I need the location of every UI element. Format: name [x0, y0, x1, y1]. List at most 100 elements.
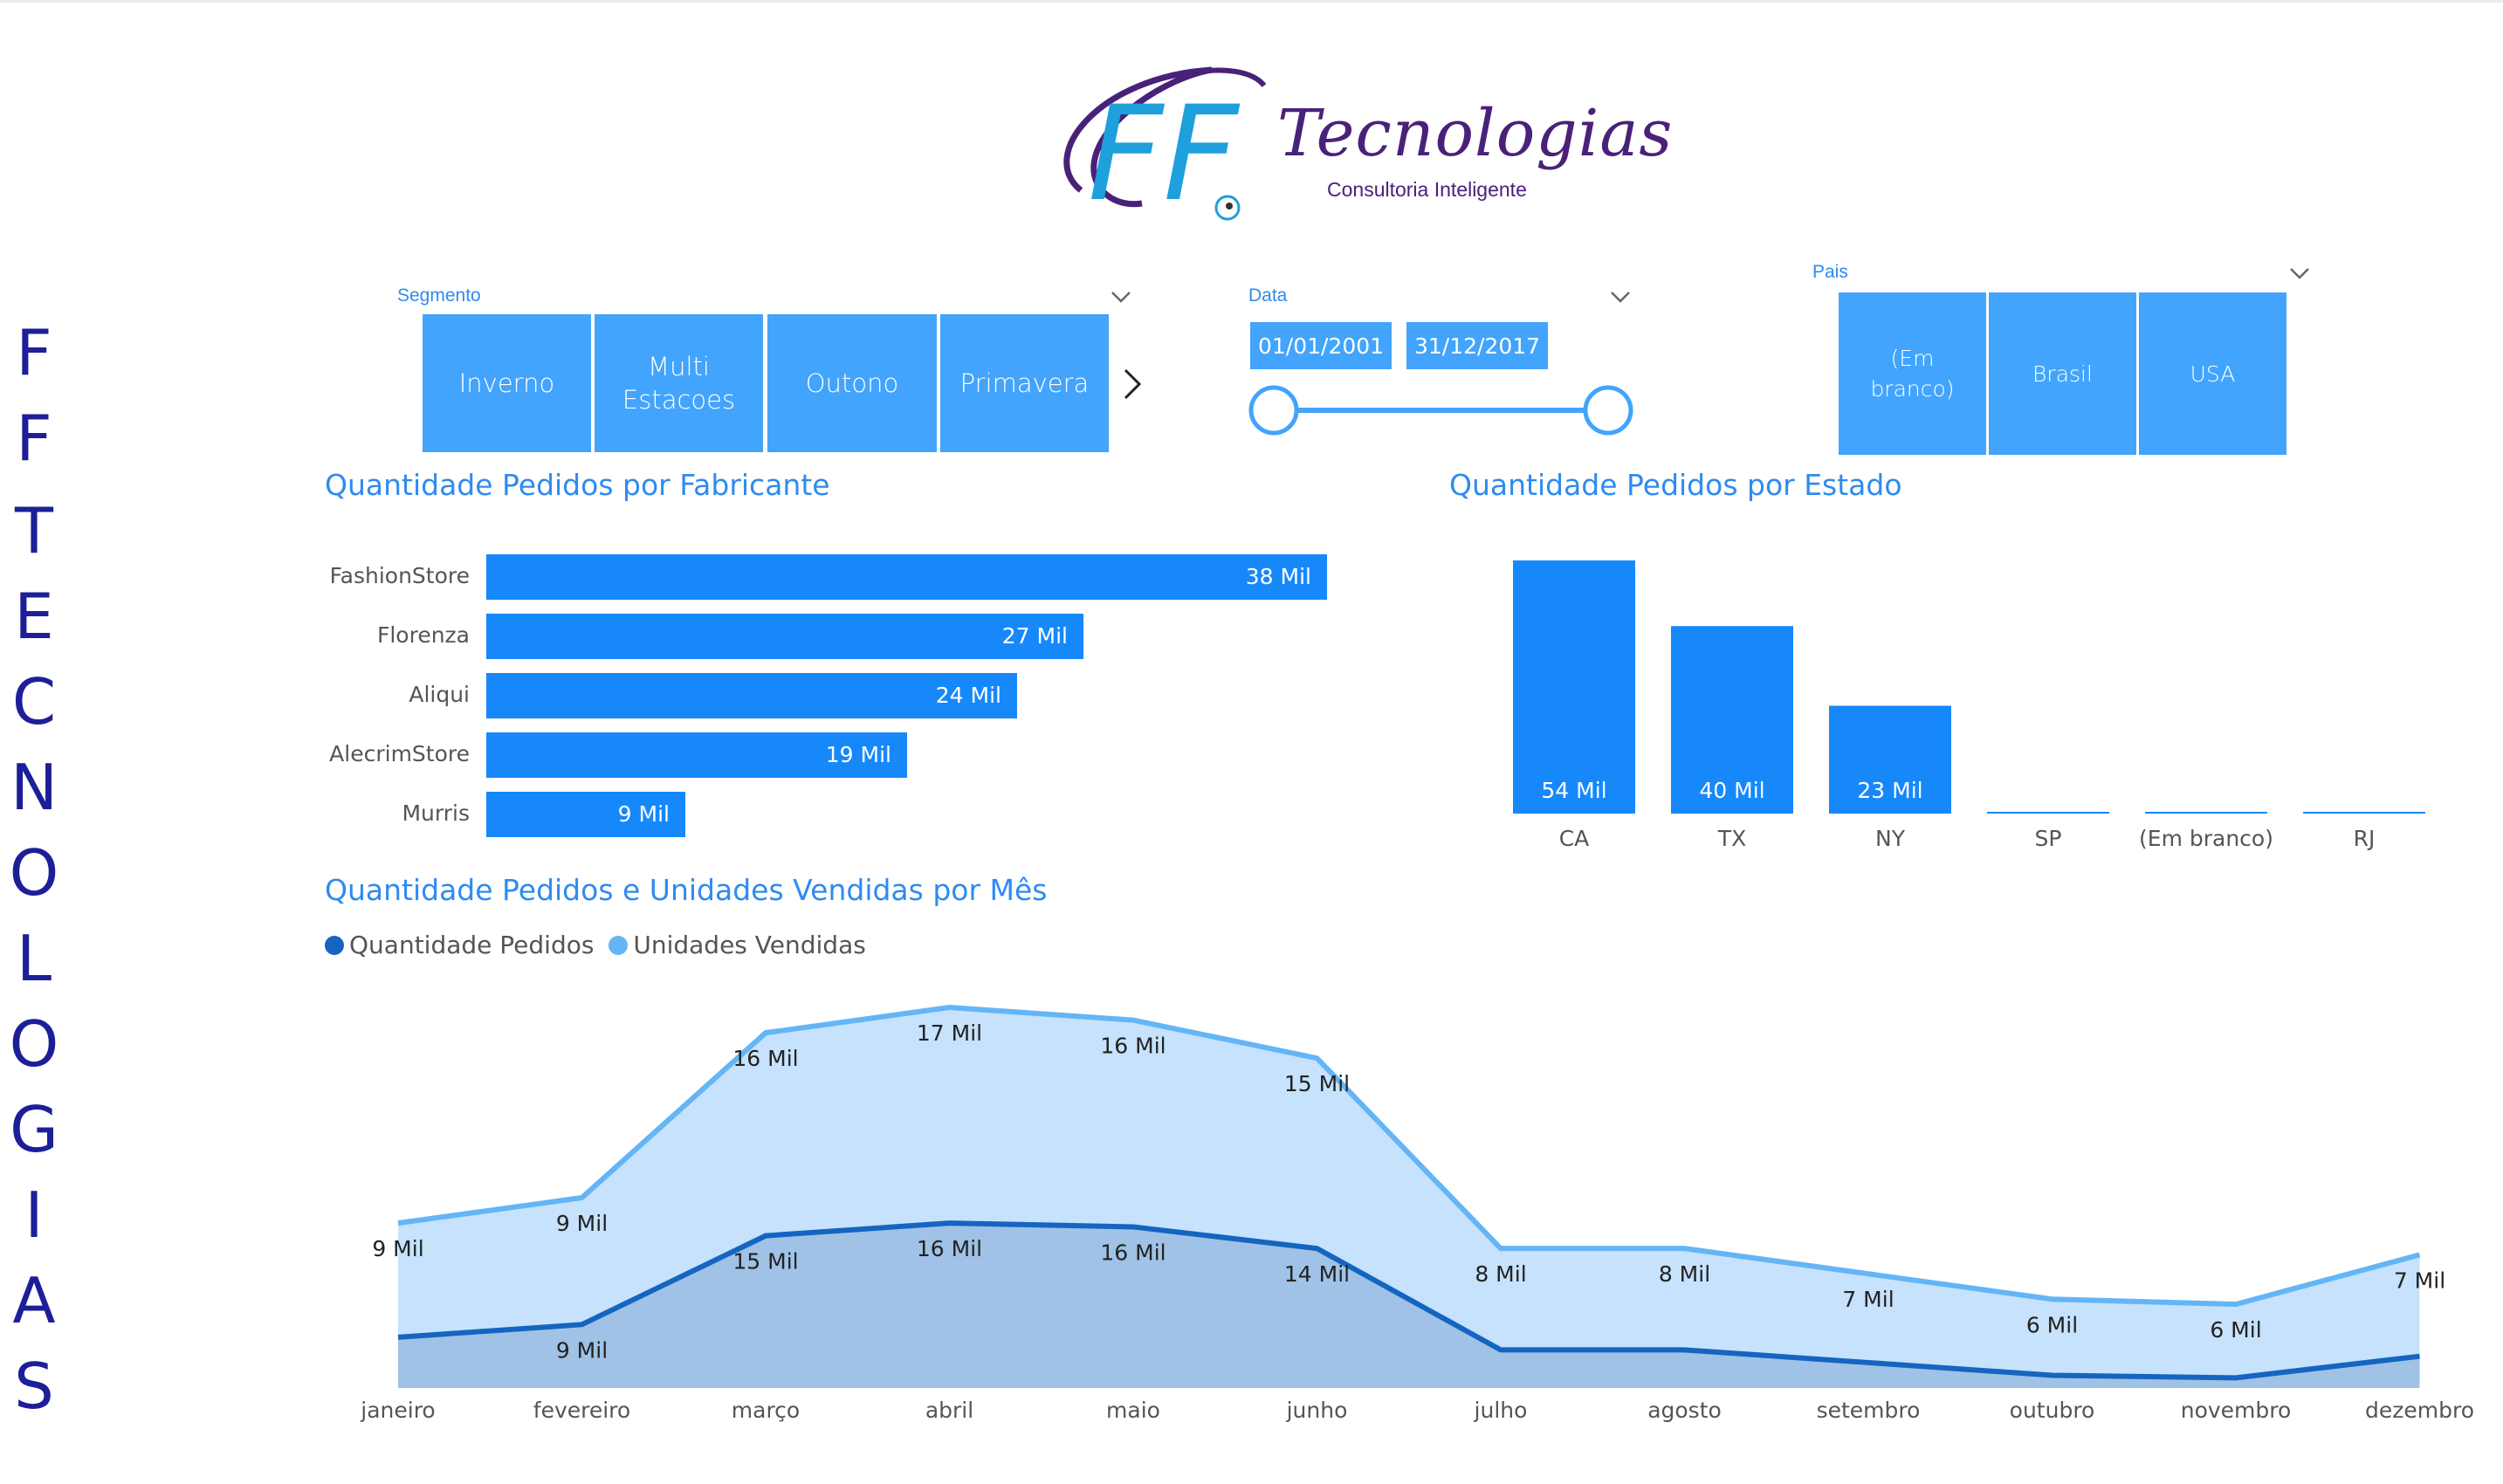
data-label-pedidos: 16 Mil — [917, 1236, 982, 1261]
bar-data-label: 38 Mil — [1245, 564, 1311, 589]
pais-slicer-label: Pais — [1812, 262, 1848, 282]
data-label-pedidos: 9 Mil — [556, 1337, 608, 1363]
chevron-right-icon[interactable] — [1120, 367, 1146, 402]
company-logo: FF Tecnologias Consultoria Inteligente — [1046, 59, 1672, 234]
logo-title: Tecnologias — [1277, 96, 1674, 171]
bar-data-label: 23 Mil — [1857, 778, 1922, 803]
x-tick-label: setembro — [1817, 1398, 1921, 1423]
vertical-letter: N — [10, 751, 58, 824]
logo-subtitle: Consultoria Inteligente — [1327, 178, 1527, 201]
x-tick-label: novembro — [2181, 1398, 2292, 1423]
x-tick-label: março — [732, 1398, 800, 1423]
pais-chevron-down-icon[interactable] — [2287, 265, 2312, 282]
bar-data-label: 19 Mil — [825, 742, 891, 767]
data-label-unidades: 6 Mil — [2026, 1312, 2078, 1337]
bar-category-label: FashionStore — [329, 563, 470, 588]
vertical-letter: O — [9, 1007, 59, 1081]
vertical-letter: G — [10, 1093, 58, 1166]
bar-fabricante[interactable]: 19 Mil — [486, 732, 907, 778]
x-tick-label: julho — [1474, 1398, 1528, 1423]
vertical-letter: O — [9, 836, 59, 910]
bar-category-label: NY — [1875, 826, 1906, 851]
bar-category-label: TX — [1717, 826, 1746, 851]
data-label-unidades: 8 Mil — [1659, 1261, 1710, 1287]
legend-label-unidades: Unidades Vendidas — [633, 931, 866, 959]
data-label-unidades: 8 Mil — [1475, 1261, 1526, 1287]
bar-category-label: SP — [2035, 826, 2062, 851]
pais-tile-usa[interactable]: USA — [2139, 292, 2286, 455]
bar-data-label: 24 Mil — [935, 683, 1001, 708]
data-label-pedidos: 16 Mil — [1100, 1240, 1166, 1265]
vertical-letter — [7, 481, 61, 488]
vertical-letter: L — [16, 922, 52, 995]
pais-tile-em-branco[interactable]: (Em branco) — [1839, 292, 1986, 455]
x-tick-label: fevereiro — [533, 1398, 630, 1423]
date-end-input[interactable]: 31/12/2017 — [1406, 322, 1548, 369]
bar-data-label: 40 Mil — [1699, 778, 1764, 803]
chart-estado-title: Quantidade Pedidos por Estado — [1449, 468, 1902, 502]
bar-category-label: RJ — [2354, 826, 2376, 851]
chart-mes-legend: Quantidade Pedidos Unidades Vendidas — [325, 931, 866, 959]
data-label-pedidos: 15 Mil — [732, 1249, 798, 1274]
segmento-tile-inverno[interactable]: Inverno — [423, 314, 591, 452]
bar-category-label: AlecrimStore — [329, 741, 470, 766]
slider-handle-end[interactable] — [1583, 385, 1633, 436]
vertical-letter: C — [11, 665, 57, 739]
data-label-unidades: 7 Mil — [2394, 1268, 2445, 1293]
data-label-unidades: 7 Mil — [1842, 1287, 1894, 1312]
vertical-letter: A — [12, 1264, 56, 1337]
data-label-unidades: 16 Mil — [732, 1046, 798, 1071]
chart-estado: 54 Mil CA 40 Mil TX 23 Mil NY SP (Em branco) RJ — [1513, 560, 2425, 851]
vertical-letter: S — [14, 1350, 54, 1423]
bar-data-label: 54 Mil — [1541, 778, 1606, 803]
date-start-input[interactable]: 01/01/2001 — [1250, 322, 1392, 369]
x-tick-label: agosto — [1647, 1398, 1722, 1423]
data-label-unidades: 9 Mil — [556, 1211, 608, 1236]
pais-tile-brasil[interactable]: Brasil — [1989, 292, 2136, 455]
data-slicer-label: Data — [1248, 285, 1288, 306]
bar-category-label: Florenza — [376, 622, 470, 648]
vertical-letter: F — [16, 316, 52, 389]
bar-estado[interactable] — [1513, 560, 1635, 814]
bar-fabricante[interactable]: 24 Mil — [486, 673, 1017, 718]
vertical-letter: F — [16, 402, 52, 475]
legend-label-pedidos: Quantidade Pedidos — [349, 931, 595, 959]
x-tick-label: janeiro — [360, 1398, 435, 1423]
legend-dot-unidades — [609, 936, 629, 955]
bar-data-label: 27 Mil — [1001, 623, 1068, 649]
data-label-unidades: 15 Mil — [1284, 1071, 1350, 1096]
bar-data-label: 9 Mil — [617, 801, 670, 827]
x-tick-label: outubro — [2010, 1398, 2095, 1423]
logo-mark: FF — [1088, 79, 1241, 230]
top-border — [0, 0, 2503, 3]
bar-fabricante[interactable]: 9 Mil — [486, 792, 685, 837]
data-chevron-down-icon[interactable] — [1608, 288, 1633, 306]
bar-category-label: CA — [1559, 826, 1590, 851]
data-label-unidades: 9 Mil — [372, 1236, 423, 1261]
bar-fabricante[interactable]: 27 Mil — [486, 614, 1083, 659]
bar-category-label: Murris — [402, 800, 470, 826]
segmento-slicer-label: Segmento — [397, 285, 481, 306]
legend-dot-pedidos — [325, 936, 344, 955]
x-tick-label: maio — [1106, 1398, 1160, 1423]
data-label-pedidos: 14 Mil — [1284, 1261, 1350, 1287]
segmento-tile-outono[interactable]: Outono — [767, 314, 937, 452]
vertical-brand-text: FFTECNOLOGIAS — [7, 310, 61, 1429]
x-tick-label: junho — [1286, 1398, 1348, 1423]
vertical-letter: E — [14, 580, 54, 653]
bar-fabricante[interactable]: 38 Mil — [486, 554, 1327, 600]
segmento-tile-primavera[interactable]: Primavera — [940, 314, 1109, 452]
chart-mes: janeiro fevereiro março abril maio junho julho… — [360, 1005, 2474, 1423]
segmento-tile-multi-estacoes[interactable]: Multi Estacoes — [595, 314, 763, 452]
x-tick-label: abril — [925, 1398, 973, 1423]
vertical-letter: T — [15, 494, 53, 567]
vertical-letter: I — [24, 1178, 44, 1252]
date-range-slider[interactable] — [1245, 381, 1638, 442]
data-label-unidades: 16 Mil — [1100, 1034, 1166, 1059]
x-tick-label: dezembro — [2365, 1398, 2474, 1423]
chart-mes-title: Quantidade Pedidos e Unidades Vendidas p… — [325, 873, 1048, 907]
slider-handle-start[interactable] — [1248, 385, 1299, 436]
segmento-chevron-down-icon[interactable] — [1109, 288, 1133, 306]
data-label-unidades: 6 Mil — [2210, 1317, 2261, 1343]
chart-fabricante-title: Quantidade Pedidos por Fabricante — [325, 468, 830, 502]
